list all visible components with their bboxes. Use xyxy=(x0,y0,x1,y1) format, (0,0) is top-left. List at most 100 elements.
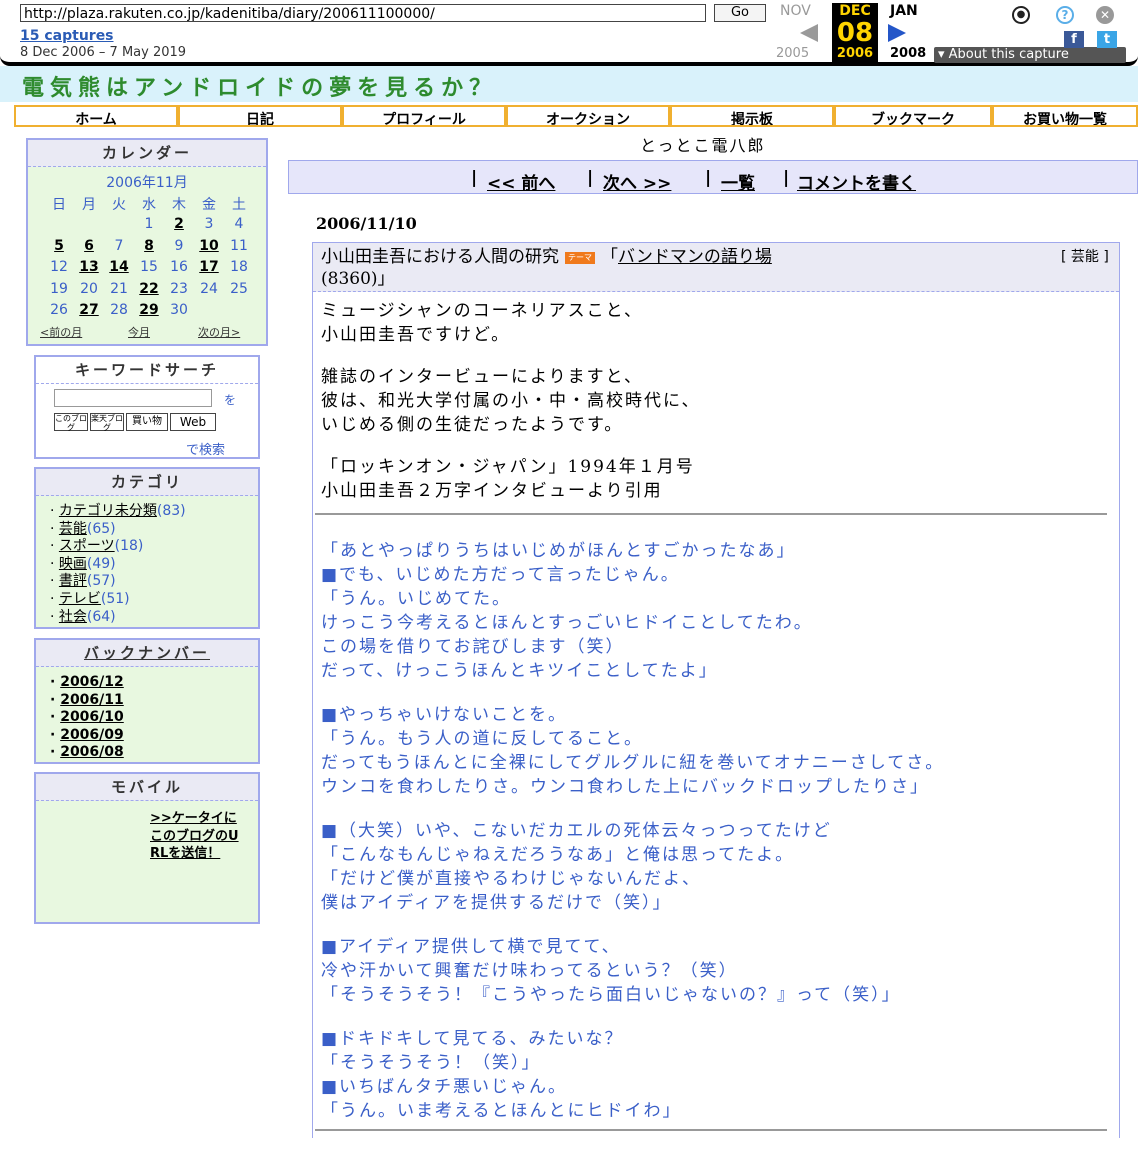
nav-profile[interactable]: プロフィール xyxy=(342,105,506,127)
calendar-day: 16 xyxy=(170,259,188,275)
wayback-prev-year[interactable]: 2005 xyxy=(776,46,809,61)
paragraph: 「ロッキンオン・ジャパン」1994年１月号 小山田圭吾２万字インタビューより引用 xyxy=(321,457,695,501)
category-count: (65) xyxy=(86,520,116,537)
calendar-day: 30 xyxy=(170,302,188,318)
help-icon[interactable]: ? xyxy=(1056,6,1074,24)
wayback-date-range: 8 Dec 2006 – 7 May 2019 xyxy=(20,45,187,60)
calendar-day-link[interactable]: 27 xyxy=(74,302,104,318)
category-count: (57) xyxy=(86,573,116,590)
backnumber-link[interactable]: 2006/11 xyxy=(60,692,124,708)
search-this-blog-button[interactable]: このブログ xyxy=(54,413,88,432)
list-item: · 2006/11 xyxy=(50,691,124,708)
calendar-day-link[interactable]: 10 xyxy=(194,238,224,254)
pager-separator: | xyxy=(705,168,712,188)
wayback-next-month[interactable]: JAN xyxy=(890,3,918,19)
backnumber-link[interactable]: 2006/08 xyxy=(60,744,124,760)
post-category[interactable]: [ 芸能 ] xyxy=(1061,247,1111,267)
theme-link[interactable]: バンドマンの語り場 xyxy=(618,247,772,267)
category-link[interactable]: スポーツ xyxy=(59,538,115,554)
keyword-search-input[interactable] xyxy=(54,389,212,407)
calendar-weekday: 火 xyxy=(112,197,126,213)
calendar-day-link[interactable]: 22 xyxy=(134,281,164,297)
calendar-day-link[interactable]: 5 xyxy=(44,238,74,254)
backnumber-heading[interactable]: バックナンバー xyxy=(36,640,258,667)
calendar-day-link[interactable]: 17 xyxy=(194,259,224,275)
calendar-day-link[interactable]: 14 xyxy=(104,259,134,275)
calendar-weekday: 水 xyxy=(142,197,156,213)
quote-block: 「あとやっぱりうちはいじめがほんとすごかったなあ」 ■でも、いじめた方だって言っ… xyxy=(321,541,813,681)
backnumber-link[interactable]: 2006/09 xyxy=(60,727,124,743)
category-link[interactable]: 芸能 xyxy=(59,521,87,537)
calendar-day: 24 xyxy=(200,280,218,297)
calendar-day-link[interactable]: 8 xyxy=(134,238,164,254)
calendar-day: 1 xyxy=(144,216,154,232)
twitter-icon[interactable]: t xyxy=(1097,31,1117,48)
list-item: · 映画(49) xyxy=(50,555,116,572)
category-count: (51) xyxy=(100,590,130,607)
category-link[interactable]: 社会 xyxy=(59,609,87,625)
pager-write-comment-link[interactable]: コメントを書く xyxy=(797,169,916,194)
send-url-to-mobile-link[interactable]: >>ケータイにこのブログのURLを送信！ xyxy=(150,810,246,863)
calendar-day: 18 xyxy=(230,259,248,275)
facebook-icon[interactable]: f xyxy=(1064,31,1084,48)
blog-author: とっとこ電八郎 xyxy=(640,136,766,155)
pager-list-link[interactable]: 一覧 xyxy=(721,169,755,194)
nav-home[interactable]: ホーム xyxy=(14,105,178,127)
list-item: · 2006/12 xyxy=(50,674,124,690)
entry-pager: | << 前へ | 次へ >> | 一覧 | コメントを書く xyxy=(288,160,1138,194)
wayback-about-capture-button[interactable]: ▾ About this capture xyxy=(934,47,1126,63)
nav-auction[interactable]: オークション xyxy=(506,105,670,127)
nav-shopping-list[interactable]: お買い物一覧 xyxy=(992,105,1138,127)
calendar-day-link[interactable]: 13 xyxy=(74,259,104,275)
search-shopping-button[interactable]: 買い物 xyxy=(126,413,168,431)
site-title[interactable]: 電気熊はアンドロイドの夢を見るか？ xyxy=(22,70,497,102)
nav-bbs[interactable]: 掲示板 xyxy=(670,105,834,127)
pager-separator: | xyxy=(783,168,790,188)
mobile-heading: モバイル xyxy=(36,774,258,801)
wayback-go-button[interactable]: Go xyxy=(714,4,766,22)
wayback-prev-capture-icon[interactable] xyxy=(800,24,818,42)
quote-block: ■アイディア提供して横で見てて、 冷や汗かいて興奮だけ味わってるという？（笑） … xyxy=(321,937,901,1005)
calendar-prev-month-link[interactable]: <前の月 xyxy=(40,324,82,340)
calendar-day-link[interactable]: 29 xyxy=(134,302,164,318)
close-icon[interactable]: ✕ xyxy=(1096,6,1114,24)
category-link[interactable]: カテゴリ未分類 xyxy=(59,503,157,519)
pager-prev-link[interactable]: << 前へ xyxy=(487,169,555,194)
calendar-day: 7 xyxy=(114,237,124,254)
nav-diary[interactable]: 日記 xyxy=(178,105,342,127)
category-link[interactable]: 書評 xyxy=(59,573,87,589)
backnumber-link[interactable]: 2006/12 xyxy=(60,674,124,690)
wayback-next-capture-icon[interactable] xyxy=(888,24,906,42)
wayback-current-day: 08 xyxy=(832,20,878,46)
wayback-next-year[interactable]: 2008 xyxy=(890,46,926,61)
category-count: (64) xyxy=(86,608,116,625)
post-title: 小山田圭吾における人間の研究 テーマ 「バンドマンの語り場 (8360)」 xyxy=(321,246,1041,290)
wayback-prev-month[interactable]: NOV xyxy=(780,3,811,19)
wayback-captures-link[interactable]: 15 captures xyxy=(20,28,114,44)
calendar-day: 26 xyxy=(50,302,68,318)
user-icon[interactable]: ● xyxy=(1012,6,1030,24)
calendar-this-month-link[interactable]: 今月 xyxy=(128,324,150,340)
calendar-day-link[interactable]: 2 xyxy=(164,216,194,232)
calendar-day: 21 xyxy=(110,280,128,297)
keyword-search-submit[interactable]: で検索 xyxy=(186,439,225,458)
mobile-box: モバイル >>ケータイにこのブログのURLを送信！ xyxy=(34,772,260,924)
category-link[interactable]: 映画 xyxy=(59,556,87,572)
divider xyxy=(315,1129,1107,1131)
nav-bookmark[interactable]: ブックマーク xyxy=(834,105,992,127)
backnumber-link[interactable]: 2006/10 xyxy=(60,709,124,725)
calendar-day: 23 xyxy=(170,280,188,297)
calendar-day: 12 xyxy=(50,259,68,275)
pager-next-link[interactable]: 次へ >> xyxy=(603,169,671,194)
calendar-next-month-link[interactable]: 次の月> xyxy=(198,324,240,340)
post-title-text: 小山田圭吾における人間の研究 xyxy=(321,247,559,267)
calendar-day: 19 xyxy=(50,280,68,297)
calendar-day: 28 xyxy=(110,302,128,318)
paragraph: 雑誌のインタービューによりますと、 彼は、和光大学付属の小・中・高校時代に、 い… xyxy=(321,367,701,435)
category-link[interactable]: テレビ xyxy=(59,591,101,607)
search-web-button[interactable]: Web xyxy=(170,413,216,431)
search-rakuten-blog-button[interactable]: 楽天ブログ xyxy=(90,413,124,432)
wayback-url-input[interactable]: http://plaza.rakuten.co.jp/kadenitiba/di… xyxy=(20,4,706,22)
calendar-day-link[interactable]: 6 xyxy=(74,238,104,254)
blog-post: 小山田圭吾における人間の研究 テーマ 「バンドマンの語り場 (8360)」 [ 芸能 … xyxy=(312,242,1120,1138)
